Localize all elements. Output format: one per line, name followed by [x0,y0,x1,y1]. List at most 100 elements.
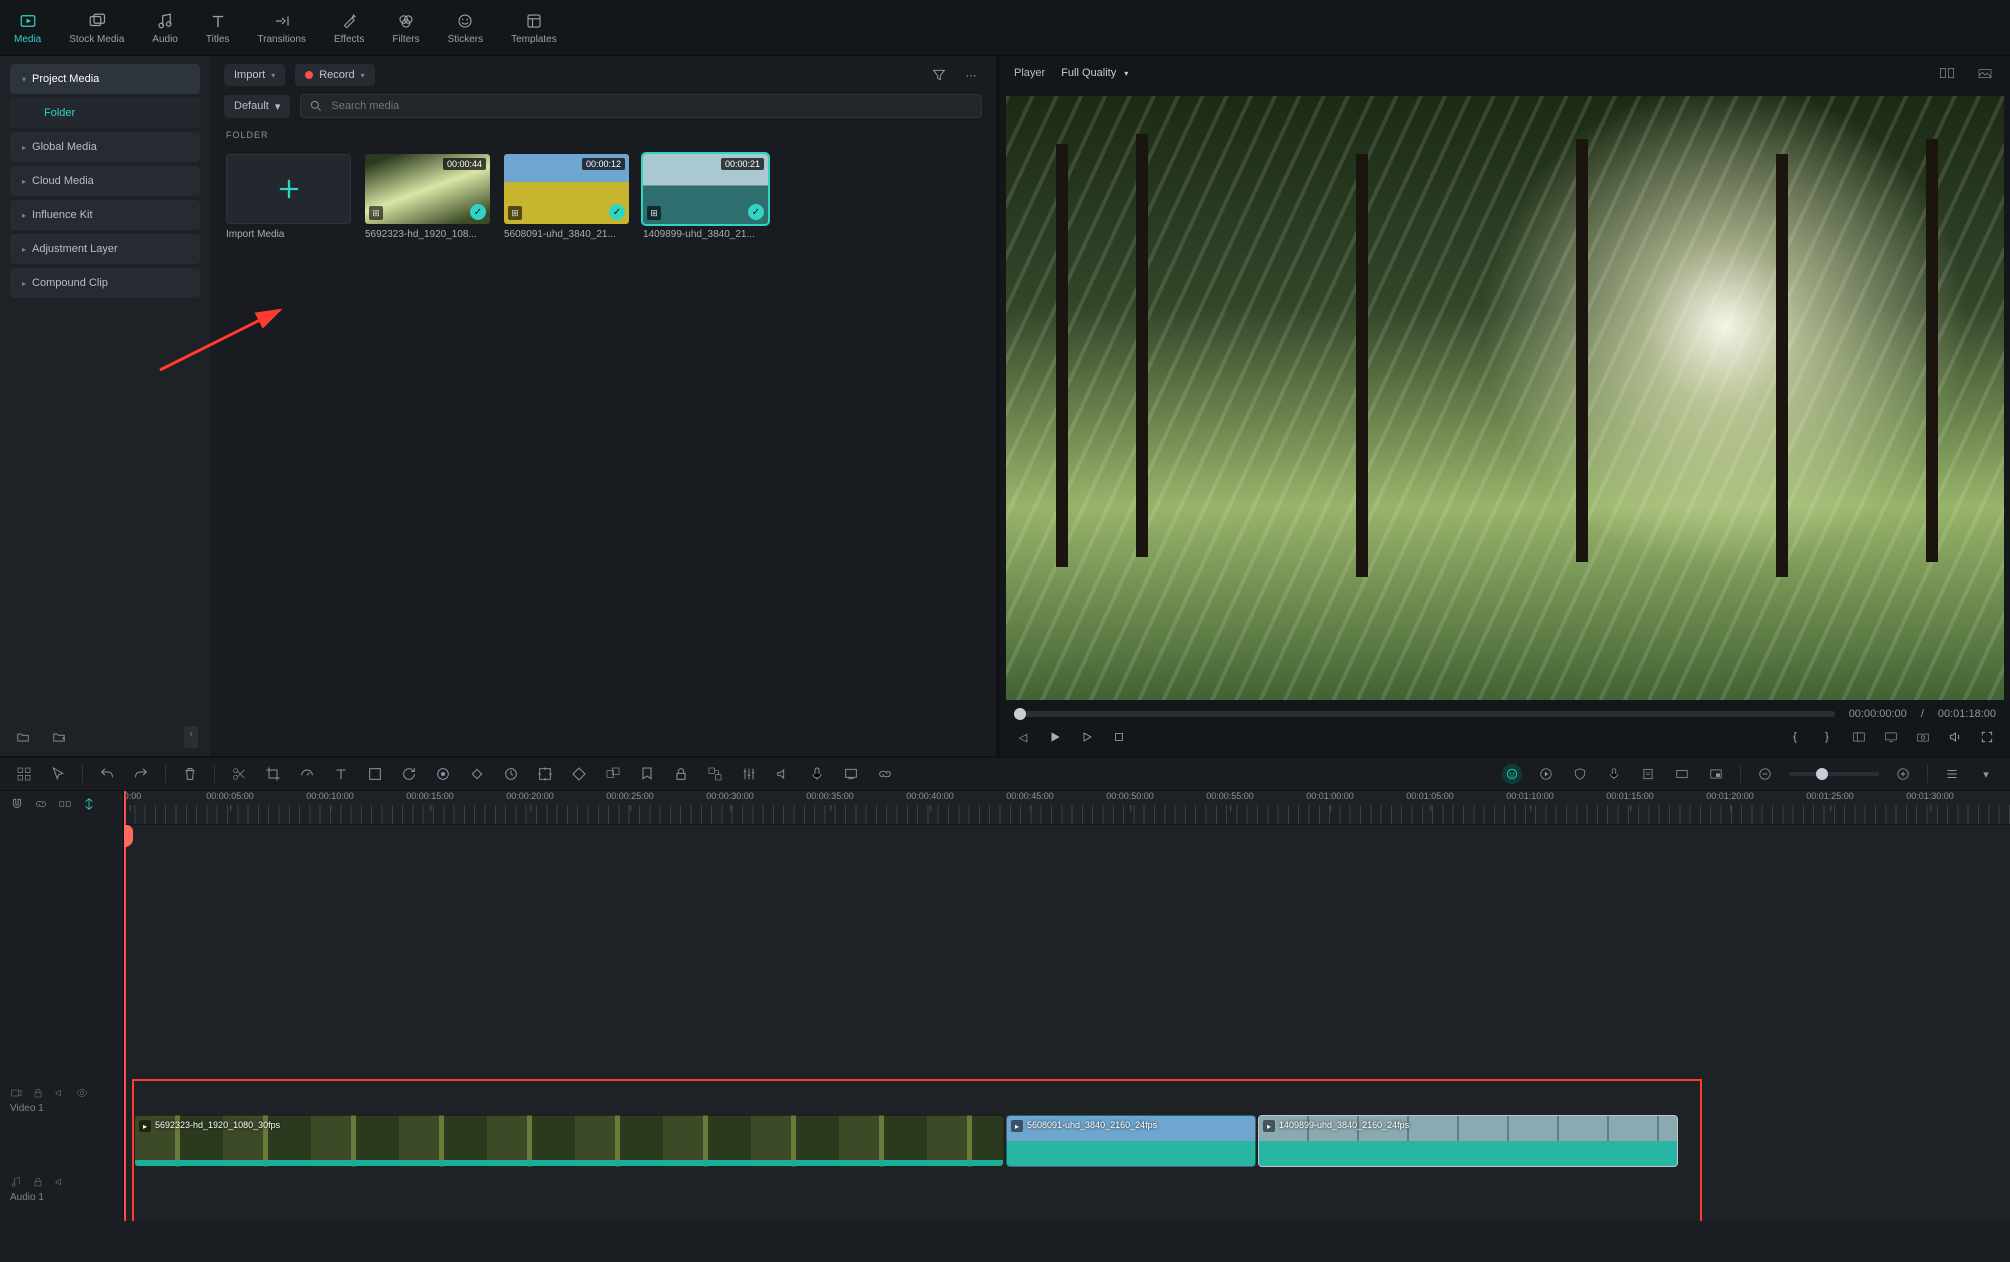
side-folder[interactable]: Folder [10,98,200,128]
speed-icon[interactable] [501,764,521,784]
adjust-icon[interactable] [739,764,759,784]
link-toggle-icon[interactable] [34,797,48,811]
zoom-out-icon[interactable] [1755,764,1775,784]
list-view-icon[interactable] [1942,764,1962,784]
tab-media[interactable]: Media [0,0,55,55]
tab-titles[interactable]: Titles [192,0,244,55]
snapshot-icon[interactable] [1974,62,1996,84]
lock-track-icon[interactable] [32,1087,44,1099]
side-global-media[interactable]: ▸Global Media [10,132,200,162]
frame-icon[interactable] [1672,764,1692,784]
play-range-icon[interactable] [1536,764,1556,784]
note-icon[interactable] [1638,764,1658,784]
import-button[interactable]: Import▾ [224,64,285,86]
split-icon[interactable] [229,764,249,784]
side-cloud-media[interactable]: ▸Cloud Media [10,166,200,196]
stop-icon[interactable] [1110,728,1128,746]
new-folder-icon[interactable] [12,726,34,748]
eye-track-icon[interactable] [76,1087,88,1099]
tab-audio[interactable]: Audio [138,0,192,55]
zoom-in-icon[interactable] [1893,764,1913,784]
play-pause-icon[interactable] [1046,728,1064,746]
timeline-clip[interactable]: ▸ 1409899-uhd_3840_2160_24fps [1258,1115,1678,1167]
rotate-icon[interactable] [399,764,419,784]
pip-icon[interactable] [1706,764,1726,784]
magnet-icon[interactable] [10,797,24,811]
tab-templates[interactable]: Templates [497,0,571,55]
mark-out-icon[interactable]: } [1818,728,1836,746]
timeline-body[interactable]: 00:0000:00:05:0000:00:10:0000:00:15:0000… [124,791,2010,1221]
auto-ripple-icon[interactable] [82,797,96,811]
ripple-icon[interactable] [58,797,72,811]
audio-track-header[interactable]: Audio 1 [0,1170,123,1209]
marker-icon[interactable] [637,764,657,784]
tab-transitions[interactable]: Transitions [243,0,320,55]
compare-icon[interactable] [1936,62,1958,84]
speed-tool-icon[interactable] [297,764,317,784]
sort-dropdown[interactable]: Default▾ [224,95,290,118]
track-motion-icon[interactable] [535,764,555,784]
media-item[interactable]: 00:00:12⊞✓ 5608091-uhd_3840_21... [504,154,629,240]
media-item[interactable]: 00:00:44⊞✓ 5692323-hd_1920_108... [365,154,490,240]
record-button[interactable]: Record▾ [295,64,374,86]
lock-icon[interactable] [671,764,691,784]
search-field[interactable] [300,94,982,118]
collapse-sidebar-icon[interactable]: ‹ [184,726,198,748]
delete-icon[interactable] [180,764,200,784]
tab-stock-media[interactable]: Stock Media [55,0,138,55]
mute-track-icon[interactable] [54,1176,66,1188]
fullscreen-icon[interactable] [1978,728,1996,746]
text-tool-icon[interactable] [331,764,351,784]
mic-icon[interactable] [1604,764,1624,784]
volume-icon[interactable] [1946,728,1964,746]
more-icon[interactable]: ⋯ [960,64,982,86]
color-icon[interactable] [433,764,453,784]
tab-effects[interactable]: Effects [320,0,378,55]
shield-icon[interactable] [1570,764,1590,784]
side-compound-clip[interactable]: ▸Compound Clip [10,268,200,298]
ratio-icon[interactable] [1850,728,1868,746]
prev-frame-icon[interactable]: ◁ [1014,728,1032,746]
keyframe-icon[interactable] [467,764,487,784]
media-item[interactable]: 00:00:21⊞✓ 1409899-uhd_3840_21... [643,154,768,240]
group-icon[interactable] [603,764,623,784]
player-viewport[interactable] [1006,96,2004,700]
tab-filters[interactable]: Filters [378,0,433,55]
quality-dropdown[interactable]: Full Quality▾ [1061,67,1128,79]
side-adjustment-layer[interactable]: ▸Adjustment Layer [10,234,200,264]
search-input[interactable] [331,100,973,112]
import-media-card[interactable]: Import Media [226,154,351,240]
camera-icon[interactable] [1914,728,1932,746]
scrub-bar[interactable] [1014,711,1835,717]
undo-icon[interactable] [97,764,117,784]
playhead[interactable] [124,791,126,1221]
play-icon[interactable] [1078,728,1096,746]
timeline-clip[interactable]: ▸ 5692323-hd_1920_1080_30fps [134,1115,1004,1167]
grid-icon[interactable] [14,764,34,784]
tag-icon[interactable] [569,764,589,784]
lock-track-icon[interactable] [32,1176,44,1188]
compound-icon[interactable] [705,764,725,784]
mute-track-icon[interactable] [54,1087,66,1099]
audio-tool-icon[interactable] [773,764,793,784]
cursor-icon[interactable] [48,764,68,784]
crop-icon[interactable] [263,764,283,784]
tab-stickers[interactable]: Stickers [434,0,498,55]
timeline-ruler[interactable]: 00:0000:00:05:0000:00:10:0000:00:15:0000… [124,791,2010,825]
video-track-header[interactable]: Video 1 [0,1081,123,1120]
side-influence-kit[interactable]: ▸Influence Kit [10,200,200,230]
display-icon[interactable] [1882,728,1900,746]
link-icon[interactable] [875,764,895,784]
zoom-slider[interactable] [1789,772,1879,776]
settings-caret-icon[interactable]: ▾ [1976,764,1996,784]
mark-in-icon[interactable]: { [1786,728,1804,746]
side-project-media[interactable]: ▾Project Media [10,64,200,94]
timeline-clip[interactable]: ▸ 5608091-uhd_3840_2160_24fps [1006,1115,1256,1167]
new-bin-icon[interactable] [48,726,70,748]
redo-icon[interactable] [131,764,151,784]
render-icon[interactable] [841,764,861,784]
ai-tool-icon[interactable] [1502,764,1522,784]
voiceover-icon[interactable] [807,764,827,784]
filter-icon[interactable] [928,64,950,86]
mask-icon[interactable] [365,764,385,784]
